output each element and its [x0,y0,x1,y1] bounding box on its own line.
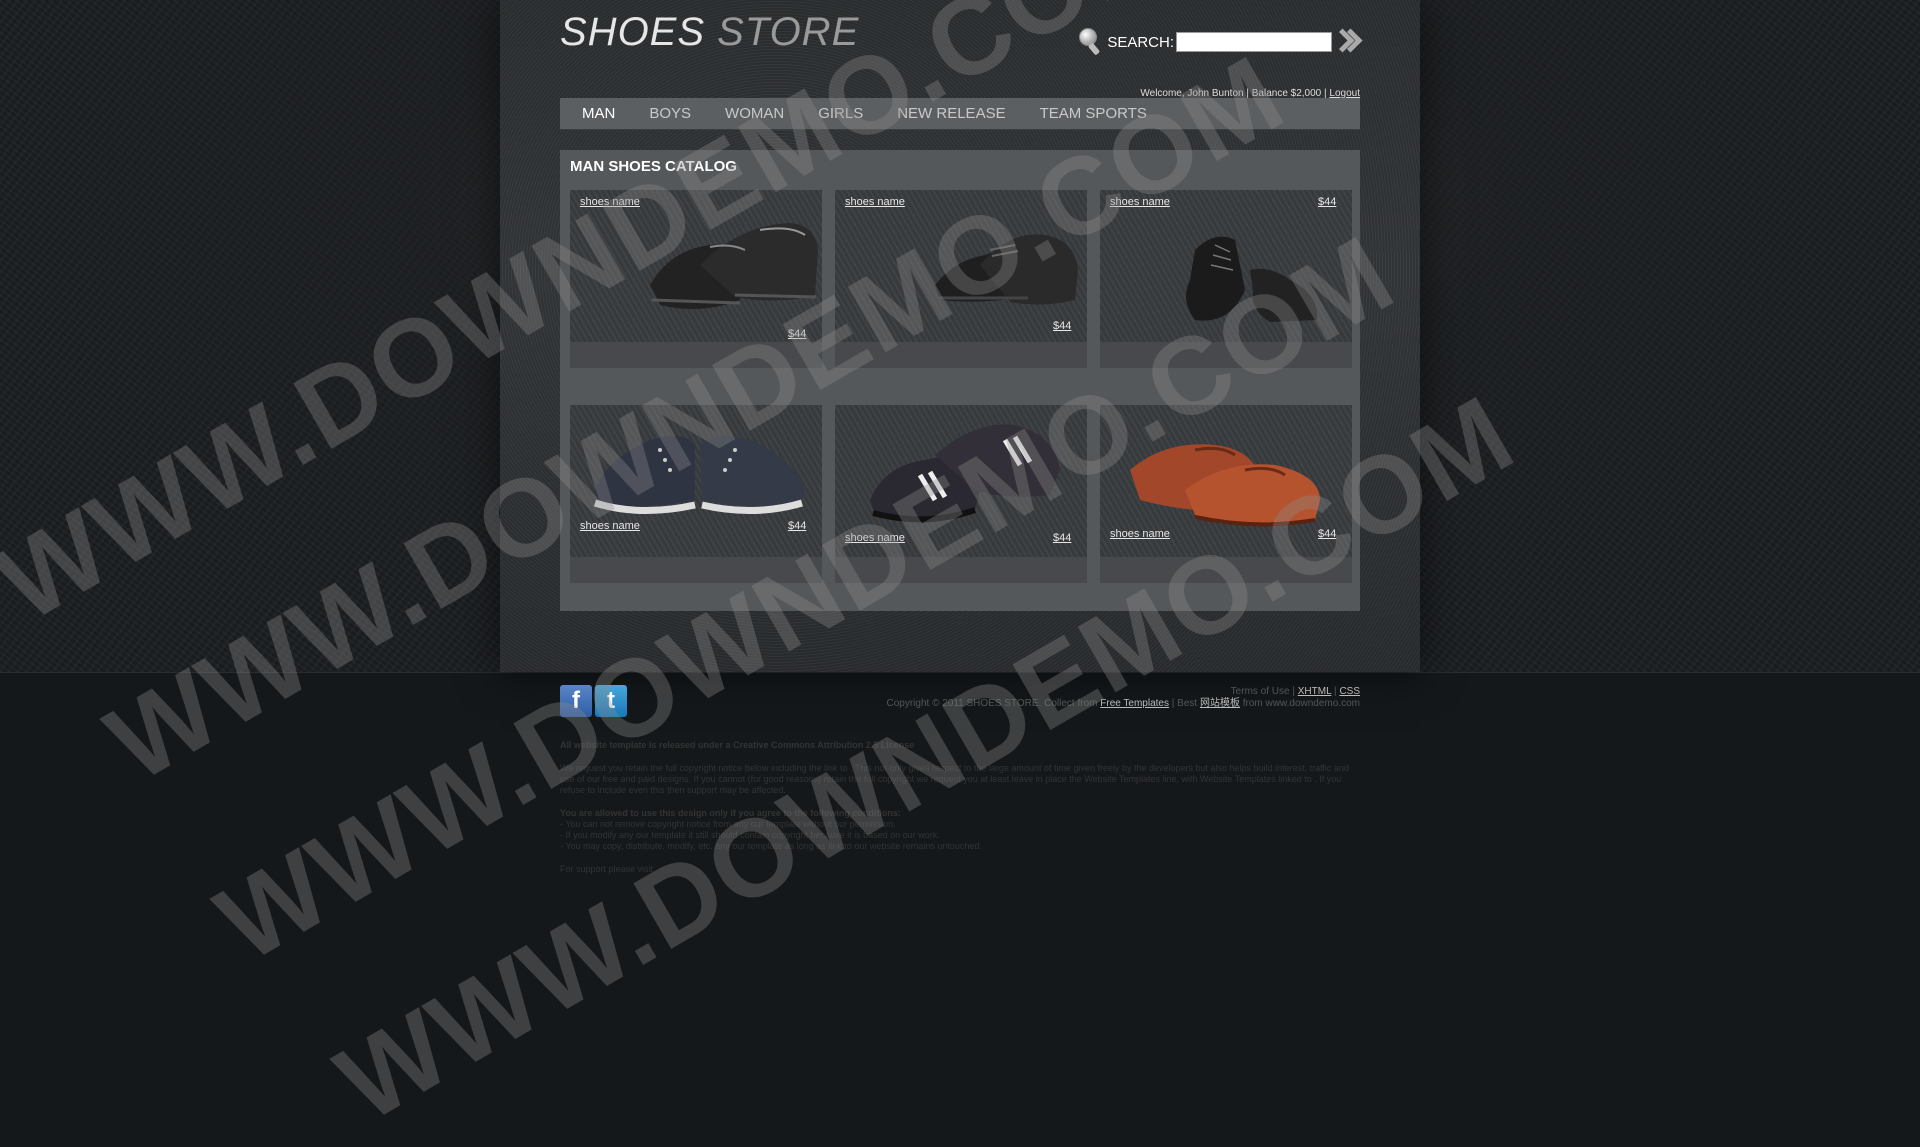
site-logo[interactable]: SHOES STORE [560,10,859,55]
product-card: shoes name $44 [835,405,1087,583]
chinese-template-link[interactable]: 网站模板 [1200,698,1240,709]
product-name-link[interactable]: shoes name [580,520,640,532]
product-card: shoes name $44 [1100,405,1352,583]
product-name-link[interactable]: shoes name [580,196,640,208]
search-go-icon[interactable] [1330,28,1363,55]
product-price-link[interactable]: $44 [1053,320,1071,332]
catalog-panel: MAN SHOES CATALOG shoes name $44 shoes n… [560,150,1360,611]
brown-loafer-pair-image[interactable] [1125,420,1325,530]
footer-links: Terms of Use | XHTML | CSS Copyright © 2… [887,686,1361,710]
free-templates-link[interactable]: Free Templates [1100,698,1169,709]
license-text: All website template is released under a… [560,740,1360,875]
nav-item-woman[interactable]: WOMAN [719,105,790,122]
product-name-link[interactable]: shoes name [1110,196,1170,208]
nav-item-boys[interactable]: BOYS [643,105,697,122]
search-label: SEARCH: [1107,33,1174,51]
black-loafer-pair-image[interactable] [640,205,820,325]
product-name-link[interactable]: shoes name [1110,528,1170,540]
site-wrapper: SHOES STORE SEARCH: Welcome, John Bunton… [500,0,1420,672]
license-conditions-title: You are allowed to use this design only … [560,808,901,818]
navy-sneaker-pair-image[interactable] [590,415,810,525]
css-link[interactable]: CSS [1339,686,1360,697]
main-nav: MAN BOYS WOMAN GIRLS NEW RELEASE TEAM SP… [560,98,1360,130]
social-links: f t [560,685,630,717]
twitter-icon[interactable]: t [595,685,627,717]
product-price-link[interactable]: $44 [1318,528,1336,540]
black-oxford-pair-image[interactable] [1175,210,1325,335]
terms-text: Terms of Use | [1230,686,1295,697]
logo-store: STORE [717,10,860,54]
black-derby-pair-image[interactable] [930,210,1080,320]
magnifier-icon [1079,28,1103,56]
catalog-title: MAN SHOES CATALOG [570,158,737,175]
product-card: shoes name $44 [570,405,822,583]
nav-item-new-release[interactable]: NEW RELEASE [891,105,1011,122]
best-text: | Best [1171,698,1198,709]
xhtml-link[interactable]: XHTML [1298,686,1332,697]
license-paragraph: We request you retain the full copyright… [560,763,1349,795]
nav-item-man[interactable]: MAN [576,105,621,122]
product-name-link[interactable]: shoes name [845,196,905,208]
search-bar: SEARCH: [1079,28,1363,56]
product-price-link[interactable]: $44 [1053,532,1071,544]
logo-shoes: SHOES [560,10,706,54]
footer-separator: | [1334,686,1337,697]
product-name-link[interactable]: shoes name [845,532,905,544]
black-sport-sneaker-pair-image[interactable] [865,415,1065,535]
product-card: shoes name $44 [1100,190,1352,368]
product-price-link[interactable]: $44 [788,328,806,340]
license-condition: - You can not remove copyright notice fr… [560,819,896,829]
facebook-icon[interactable]: f [560,685,592,717]
nav-item-team-sports[interactable]: TEAM SPORTS [1034,105,1153,122]
product-card: shoes name $44 [835,190,1087,368]
product-card: shoes name $44 [570,190,822,368]
from-text: from www.downdemo.com [1242,698,1360,709]
copyright-text: Copyright © 2011 SHOES STORE. Collect fr… [886,698,1098,709]
license-condition: - You may copy, distribute, modify, etc.… [560,841,982,851]
support-text: For support please visit [560,864,654,874]
product-price-link[interactable]: $44 [1318,196,1336,208]
search-input[interactable] [1176,32,1332,52]
product-price-link[interactable]: $44 [788,520,806,532]
nav-item-girls[interactable]: GIRLS [812,105,869,122]
license-title: All website template is released under a… [560,740,915,750]
license-condition: - If you modify any our template it stil… [560,830,940,840]
